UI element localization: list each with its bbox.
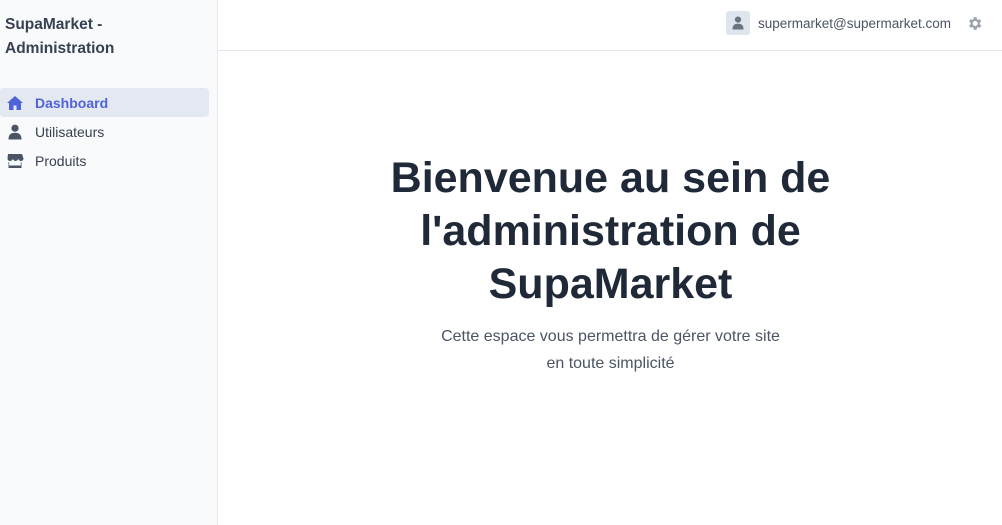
sidebar-item-dashboard[interactable]: Dashboard xyxy=(0,88,209,117)
welcome-subtitle: Cette espace vous permettra de gérer vot… xyxy=(441,328,780,372)
welcome-title: Bienvenue au sein de l'administration de… xyxy=(390,154,831,308)
brand-title: SupaMarket - Administration xyxy=(5,16,115,57)
sidebar-item-label: Produits xyxy=(35,152,87,169)
user-menu[interactable]: supermarket@supermarket.com xyxy=(725,11,983,35)
user-email: supermarket@supermarket.com xyxy=(757,15,951,31)
user-avatar-icon[interactable] xyxy=(725,11,750,35)
welcome-hero: Bienvenue au sein de l'administration de… xyxy=(219,152,1002,377)
store-icon xyxy=(5,151,25,171)
sidebar-item-label: Utilisateurs xyxy=(35,123,105,140)
user-icon xyxy=(5,122,25,142)
top-bar: supermarket@supermarket.com xyxy=(218,0,1002,51)
sidebar: SupaMarket - Administration Dashboard Ut… xyxy=(0,0,218,525)
sidebar-item-produits[interactable]: Produits xyxy=(0,146,210,175)
home-icon xyxy=(5,93,25,113)
sidebar-item-utilisateurs[interactable]: Utilisateurs xyxy=(0,117,210,146)
sidebar-nav: Dashboard Utilisateurs Produits xyxy=(0,88,210,175)
main-content: Bienvenue au sein de l'administration de… xyxy=(219,52,1002,525)
gear-icon[interactable] xyxy=(965,14,983,32)
sidebar-item-label: Dashboard xyxy=(35,94,109,111)
app-shell: SupaMarket - Administration Dashboard Ut… xyxy=(0,0,1002,525)
